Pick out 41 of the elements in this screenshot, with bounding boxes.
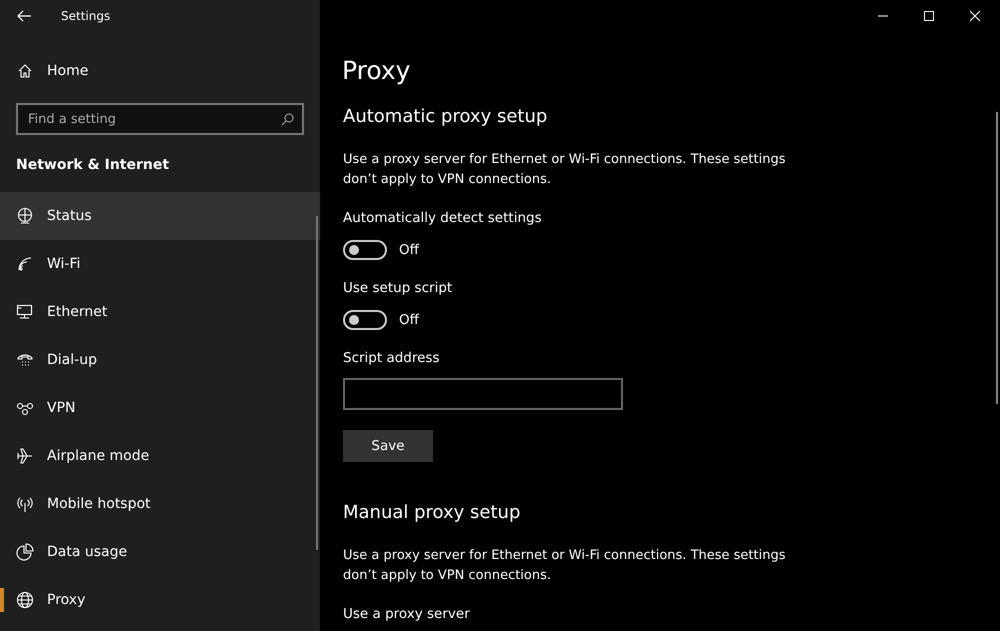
toggle-switch[interactable] <box>343 240 387 260</box>
window-title: Settings <box>61 9 110 23</box>
nav-item[interactable]: Status <box>0 192 320 240</box>
nav-item[interactable]: Proxy <box>0 576 320 624</box>
search-icon <box>281 113 294 126</box>
description-text: Use a proxy server for Ethernet or Wi-Fi connections. These settings don’t apply to VPN connections. <box>343 151 786 189</box>
home-link[interactable]: Home <box>47 63 88 79</box>
close-icon[interactable] <box>969 10 981 22</box>
back-arrow-icon[interactable] <box>17 10 31 22</box>
section-heading: Manual proxy setup <box>343 502 522 525</box>
nav-item[interactable]: Data usage <box>0 528 320 576</box>
field-label: Script address <box>343 350 440 368</box>
setting-label: Use a proxy server <box>343 606 471 624</box>
nav-item[interactable]: VPN <box>0 384 320 432</box>
status-globe-icon <box>16 207 34 225</box>
scrollbar[interactable] <box>316 216 318 550</box>
description-text: Use a proxy server for Ethernet or Wi-Fi connections. These settings don’t apply to VPN connections. <box>343 547 786 585</box>
ethernet-icon <box>16 303 34 321</box>
script-address-field[interactable] <box>343 378 623 410</box>
nav-item[interactable]: Dial-up <box>0 336 320 384</box>
toggle-state: Off <box>399 242 419 258</box>
setting-label: Automatically detect settings <box>343 210 543 228</box>
nav-item[interactable]: Ethernet <box>0 288 320 336</box>
section-heading: Automatic proxy setup <box>343 106 548 129</box>
section-heading: Network & Internet <box>16 157 170 175</box>
toggle-state: Off <box>399 312 419 328</box>
nav-item[interactable]: Wi-Fi <box>0 240 320 288</box>
hotspot-icon <box>16 495 34 513</box>
globe-icon <box>16 591 34 609</box>
nav-item[interactable]: Airplane mode <box>0 432 320 480</box>
maximize-icon[interactable] <box>923 10 935 22</box>
nav-item[interactable]: Mobile hotspot <box>0 480 320 528</box>
toggle-switch[interactable] <box>343 310 387 330</box>
page-title: Proxy <box>342 56 412 87</box>
scrollbar[interactable] <box>996 112 998 404</box>
airplane-icon <box>16 447 34 465</box>
home-icon <box>17 63 33 79</box>
pie-chart-icon <box>16 543 34 561</box>
setting-label: Use setup script <box>343 280 454 298</box>
search-field[interactable]: Find a setting <box>16 103 304 135</box>
save-button[interactable]: Save <box>343 430 433 462</box>
